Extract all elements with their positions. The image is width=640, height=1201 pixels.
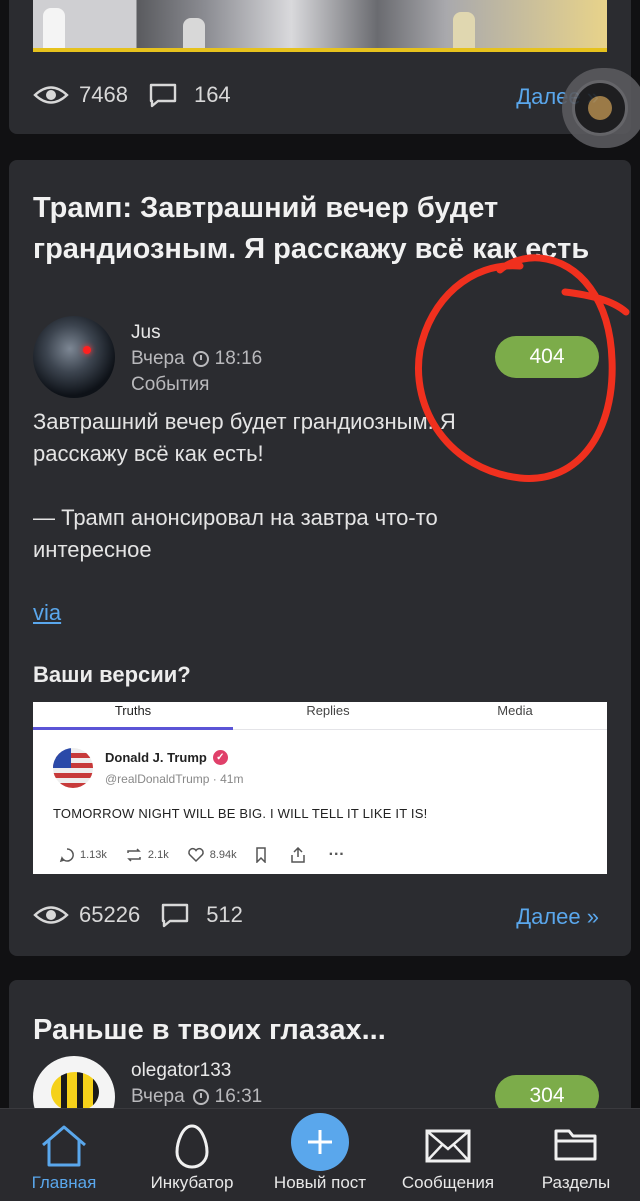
embed-tab-media: Media (497, 703, 533, 718)
nav-messages[interactable]: Сообщения (384, 1109, 512, 1201)
reply-icon (59, 848, 74, 863)
clock-icon (192, 1089, 209, 1105)
comments-count[interactable]: 164 (194, 82, 231, 108)
author-name[interactable]: olegator133 (131, 1060, 231, 1082)
post-question: Ваши версии? (33, 662, 191, 687)
author-name[interactable]: Jus (131, 322, 161, 344)
time-label: 16:31 (214, 1086, 263, 1107)
post-image[interactable] (33, 0, 607, 52)
embed-tab-replies: Replies (306, 703, 350, 718)
bookmark-icon (255, 847, 272, 863)
nav-sections[interactable]: Разделы (512, 1109, 640, 1201)
accessibility-icon (572, 80, 628, 136)
post-body-2: — Трамп анонсировал на завтра что-то инт… (33, 502, 593, 566)
more-link[interactable]: Далее » (516, 904, 599, 930)
author-avatar[interactable] (33, 316, 115, 398)
share-icon (290, 847, 311, 863)
embed-author-name: Donald J. Trump (105, 750, 207, 765)
plus-icon (291, 1113, 349, 1171)
embed-avatar (53, 748, 93, 788)
likes-count: 8.94k (209, 849, 237, 861)
post-category[interactable]: События (131, 374, 209, 396)
post-title[interactable]: Трамп: Завтрашний вечер будет грандиозны… (33, 188, 593, 270)
replies-count: 1.13k (80, 849, 107, 861)
date-label: Вчера (131, 1086, 185, 1107)
bottom-navigation: Главная Инкубатор Новый пост Сообщения Р… (0, 1108, 640, 1201)
nav-home[interactable]: Главная (0, 1109, 128, 1201)
heart-icon (187, 847, 204, 863)
nav-incubator-label: Инкубатор (150, 1173, 234, 1192)
more-dots-icon: ··· (328, 846, 345, 863)
post-text-line: — Трамп анонсировал на завтра что-то (33, 505, 438, 530)
nav-sections-label: Разделы (541, 1173, 611, 1192)
verified-icon: ✓ (212, 750, 228, 765)
rating-badge[interactable]: 404 (495, 336, 599, 378)
clock-icon (192, 351, 209, 367)
embed-replies: 1.13k (59, 847, 107, 863)
folder-icon (554, 1129, 597, 1161)
post-body: Завтрашний вечер будет грандиозным. Я ра… (33, 406, 593, 470)
post-title[interactable]: Раньше в твоих глазах... (33, 1010, 593, 1051)
views-count: 7468 (79, 82, 128, 107)
retruths-count: 2.1k (147, 849, 169, 861)
post-text-line: интересное (33, 537, 152, 562)
post-date: Вчера 16:31 (131, 1086, 262, 1108)
embed-text: TOMORROW NIGHT WILL BE BIG. I WILL TELL … (53, 806, 428, 821)
envelope-icon (425, 1129, 471, 1163)
embed-author: Donald J. Trump ✓ (105, 750, 228, 765)
eye-icon (33, 902, 69, 928)
home-icon (42, 1125, 86, 1167)
via-link[interactable]: via (33, 600, 61, 626)
eye-icon (33, 82, 69, 108)
time-label: 18:16 (214, 348, 263, 369)
embed-actions: 1.13k 2.1k 8.94k ··· (59, 846, 363, 864)
date-label: Вчера (131, 348, 185, 369)
comment-icon[interactable] (148, 82, 184, 108)
nav-new-post[interactable]: Новый пост (256, 1109, 384, 1201)
image-detail (183, 18, 205, 48)
embed-tabs: Truths Replies Media (33, 702, 607, 730)
nav-incubator[interactable]: Инкубатор (128, 1109, 256, 1201)
embed-likes: 8.94k (187, 847, 237, 863)
egg-icon (175, 1124, 209, 1169)
accessibility-float-button[interactable] (562, 68, 640, 148)
post-stats: 65226 512 (33, 902, 263, 928)
image-detail (453, 12, 475, 48)
nav-messages-label: Сообщения (401, 1173, 495, 1192)
post-text-line: Завтрашний вечер будет грандиозным. Я (33, 409, 456, 434)
comment-icon[interactable] (160, 902, 196, 928)
retruth-icon (127, 848, 141, 862)
image-detail (43, 8, 65, 48)
views-count: 65226 (79, 902, 141, 927)
comments-count[interactable]: 512 (206, 902, 243, 928)
embedded-screenshot[interactable]: Truths Replies Media Donald J. Trump ✓ @… (33, 702, 607, 874)
embed-handle: @realDonaldTrump · 41m (105, 772, 244, 786)
post-text-line: расскажу всё как есть! (33, 441, 264, 466)
post-date: Вчера 18:16 (131, 348, 262, 370)
post-card: Трамп: Завтрашний вечер будет грандиозны… (9, 160, 631, 956)
post-stats: 7468 164 (33, 82, 251, 108)
nav-home-label: Главная (31, 1173, 97, 1192)
category-label[interactable]: События (131, 374, 209, 396)
embed-retruths: 2.1k (125, 847, 169, 863)
nav-new-post-label: Новый пост (273, 1173, 367, 1192)
post-card-previous: 7468 164 Далее » (9, 0, 631, 134)
embed-tab-truths: Truths (33, 702, 233, 730)
